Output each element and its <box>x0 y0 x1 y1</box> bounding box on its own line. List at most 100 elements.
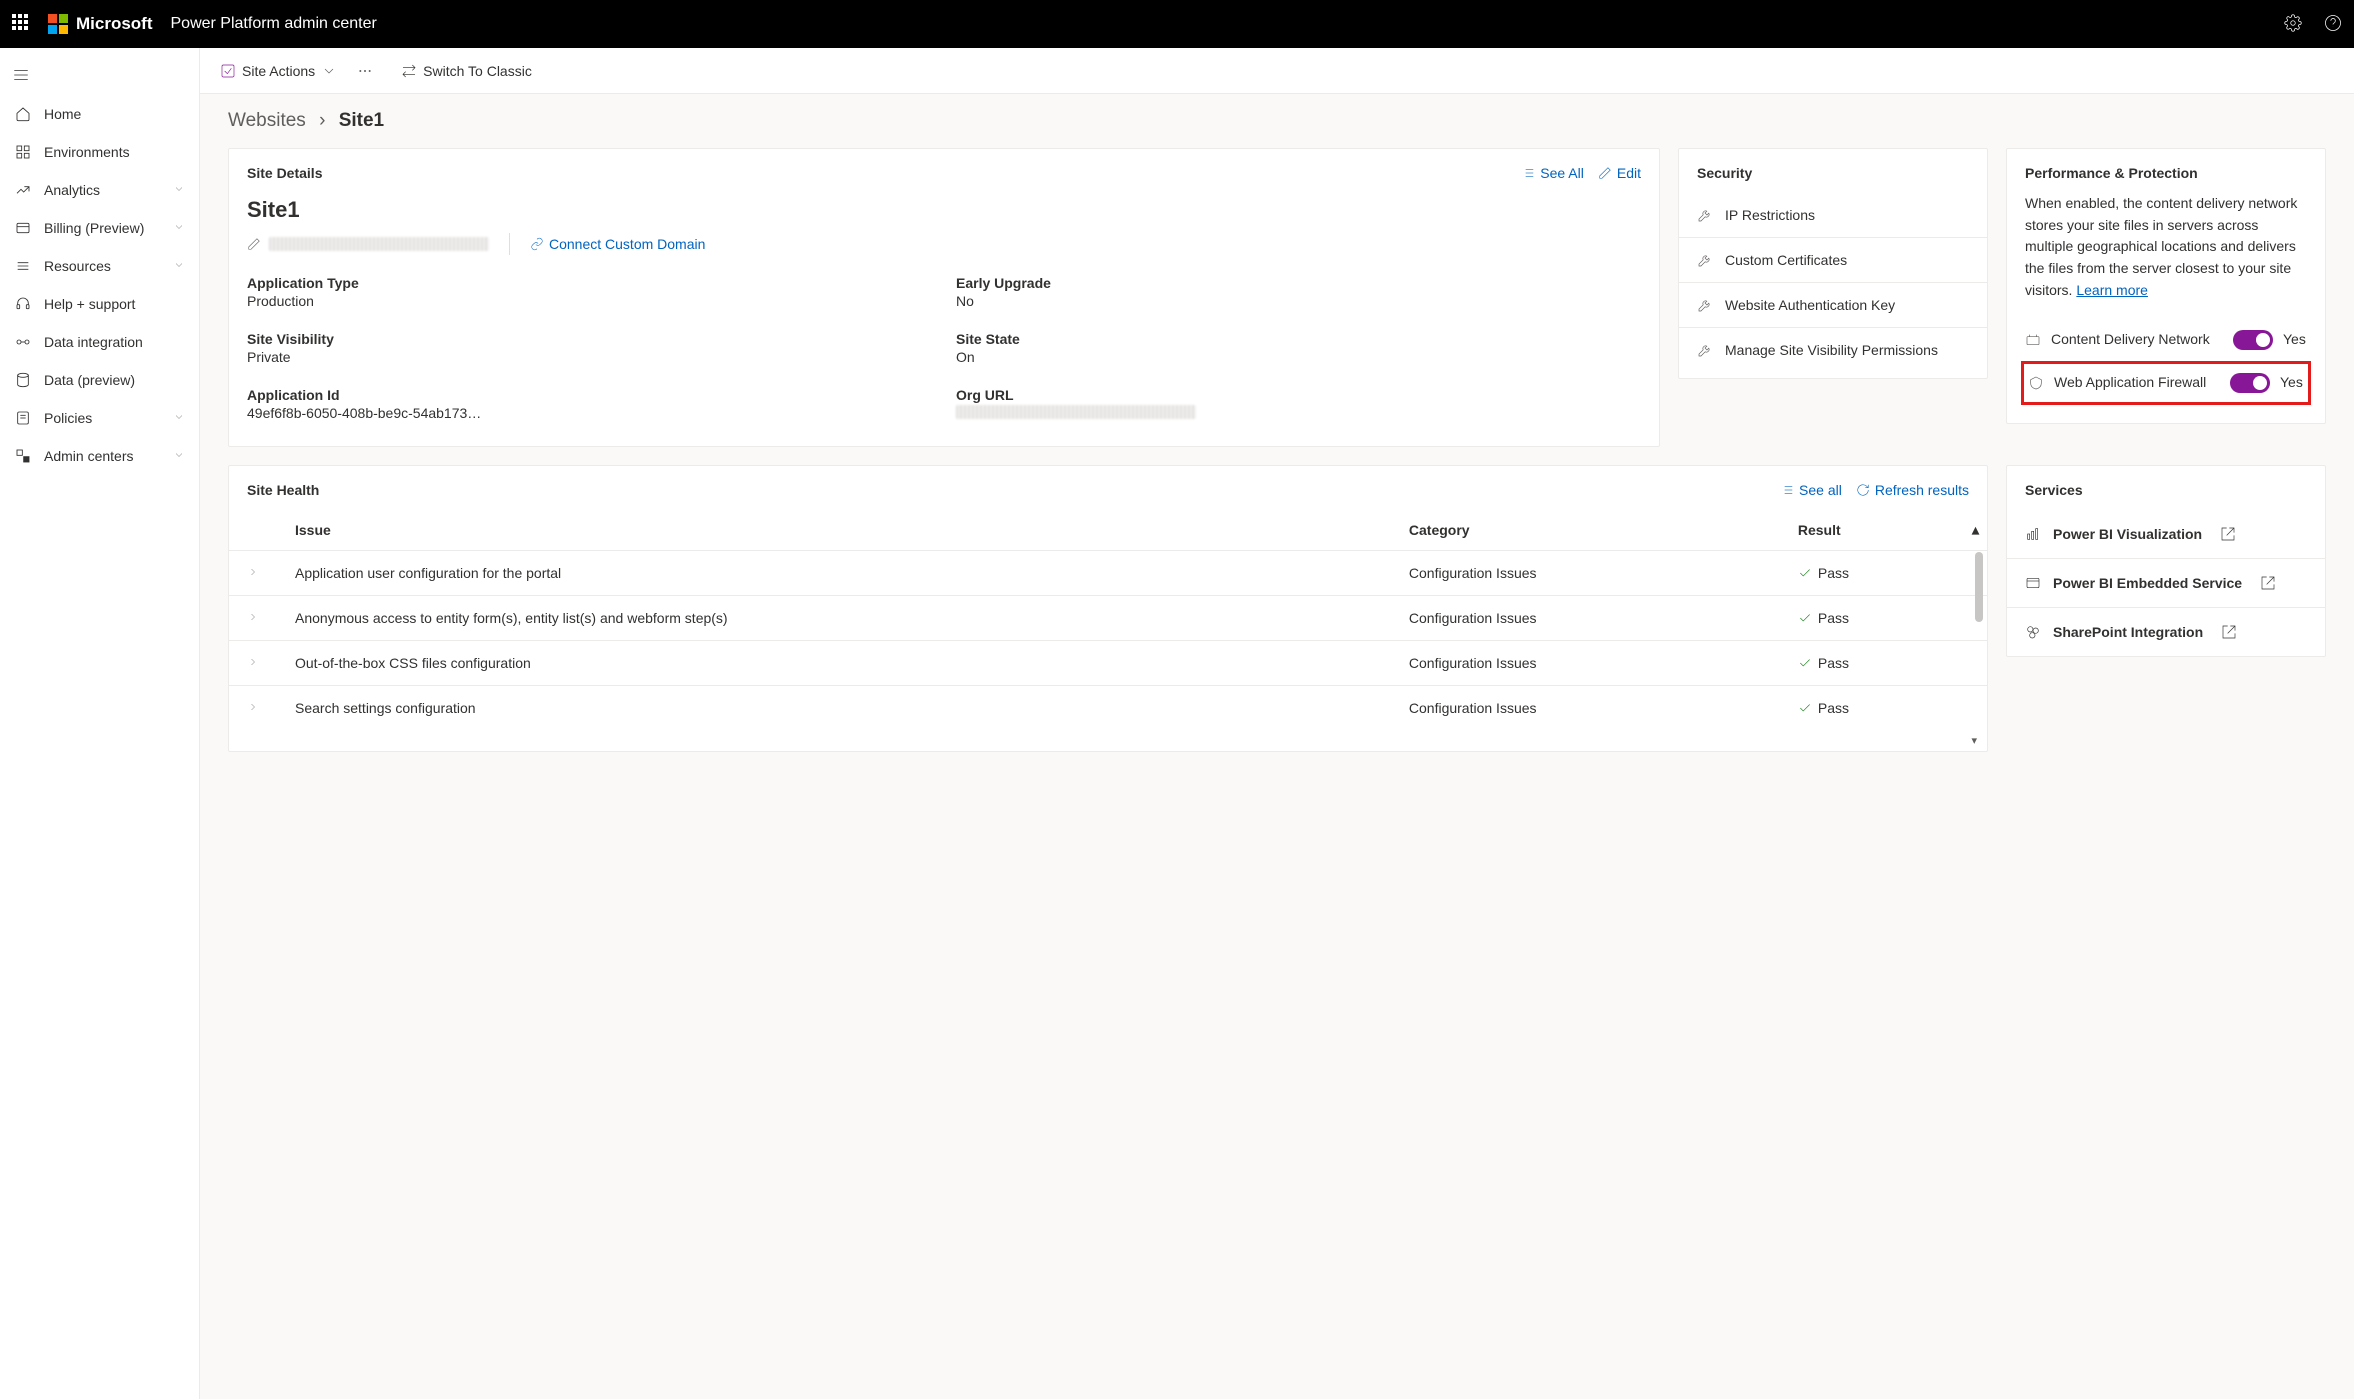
nav-label: Analytics <box>44 182 100 198</box>
nav-analytics[interactable]: Analytics <box>0 171 199 209</box>
headset-icon <box>14 295 32 313</box>
site-health-title: Site Health <box>247 482 319 498</box>
toggle-cdn: Content Delivery Network Yes <box>2025 319 2307 361</box>
separator <box>509 233 510 255</box>
wrench-icon <box>1697 342 1713 358</box>
nav-label: Data integration <box>44 334 143 350</box>
chevron-right-icon[interactable] <box>247 656 259 668</box>
cdn-toggle-state: Yes <box>2283 329 2307 351</box>
check-icon <box>1798 656 1812 670</box>
nav-home[interactable]: Home <box>0 95 199 133</box>
help-icon[interactable] <box>2324 14 2342 35</box>
service-sharepoint-integration[interactable]: SharePoint Integration <box>2007 608 2325 656</box>
breadcrumb-parent[interactable]: Websites <box>228 110 306 131</box>
connect-custom-domain-button[interactable]: Connect Custom Domain <box>530 236 705 252</box>
health-issue: Application user configuration for the p… <box>277 551 1391 596</box>
check-icon <box>1798 566 1812 580</box>
nav-data-preview[interactable]: Data (preview) <box>0 361 199 399</box>
nav-environments[interactable]: Environments <box>0 133 199 171</box>
checkbox-icon <box>220 63 236 79</box>
left-nav: Home Environments Analytics Billing (Pre… <box>0 48 200 1399</box>
nav-data-integration[interactable]: Data integration <box>0 323 199 361</box>
external-link-icon <box>2220 526 2236 542</box>
refresh-results-button[interactable]: Refresh results <box>1856 482 1969 498</box>
health-row: Out-of-the-box CSS files configuration C… <box>229 641 1987 686</box>
app-launcher-icon[interactable] <box>12 14 32 34</box>
health-category: Configuration Issues <box>1391 686 1780 731</box>
col-category[interactable]: Category <box>1391 510 1780 551</box>
health-table: Issue Category Result▴ Application user … <box>229 510 1987 730</box>
nav-label: Environments <box>44 144 130 160</box>
chevron-down-icon <box>173 410 185 426</box>
bar-chart-icon <box>2025 526 2041 542</box>
see-all-button[interactable]: See All <box>1521 165 1584 181</box>
chevron-right-icon[interactable] <box>247 566 259 578</box>
nav-label: Billing (Preview) <box>44 220 144 236</box>
cdn-icon <box>2025 332 2041 348</box>
nav-label: Resources <box>44 258 111 274</box>
breadcrumb: Websites › Site1 <box>200 94 2354 140</box>
settings-icon[interactable] <box>2284 14 2302 35</box>
health-result: Pass <box>1798 700 1969 716</box>
security-auth-key[interactable]: Website Authentication Key <box>1679 283 1987 328</box>
more-actions-button[interactable] <box>357 63 373 79</box>
performance-title: Performance & Protection <box>2025 165 2198 181</box>
nav-label: Home <box>44 106 81 122</box>
col-expander <box>229 510 277 551</box>
switch-to-classic-button[interactable]: Switch To Classic <box>401 63 532 79</box>
service-power-bi-embedded[interactable]: Power BI Embedded Service <box>2007 559 2325 608</box>
col-result[interactable]: Result▴ <box>1780 510 1987 551</box>
sort-up-icon: ▴ <box>1972 522 1979 539</box>
microsoft-logo: Microsoft <box>48 14 153 34</box>
toggle-waf: Web Application Firewall Yes <box>2021 361 2311 405</box>
security-item-label: IP Restrictions <box>1725 207 1815 223</box>
learn-more-link[interactable]: Learn more <box>2076 282 2148 298</box>
pencil-icon[interactable] <box>247 237 261 251</box>
health-row: Application user configuration for the p… <box>229 551 1987 596</box>
scrollbar-thumb[interactable] <box>1975 552 1983 622</box>
nav-collapse-button[interactable] <box>0 58 199 95</box>
nav-admin-centers[interactable]: Admin centers <box>0 437 199 475</box>
chevron-right-icon[interactable] <box>247 611 259 623</box>
col-issue[interactable]: Issue <box>277 510 1391 551</box>
admin-centers-icon <box>14 447 32 465</box>
chevron-right-icon[interactable] <box>247 701 259 713</box>
site-url-redacted <box>269 237 489 251</box>
service-label: Power BI Visualization <box>2053 526 2202 542</box>
nav-help-support[interactable]: Help + support <box>0 285 199 323</box>
switch-label: Switch To Classic <box>423 63 532 79</box>
link-icon <box>530 237 544 251</box>
site-actions-menu[interactable]: Site Actions <box>220 63 337 79</box>
nav-policies[interactable]: Policies <box>0 399 199 437</box>
list-icon <box>1780 483 1794 497</box>
service-power-bi-visualization[interactable]: Power BI Visualization <box>2007 510 2325 559</box>
refresh-label: Refresh results <box>1875 482 1969 498</box>
health-see-all-label: See all <box>1799 482 1842 498</box>
sharepoint-icon <box>2025 624 2041 640</box>
service-label: Power BI Embedded Service <box>2053 575 2242 591</box>
security-custom-certificates[interactable]: Custom Certificates <box>1679 238 1987 283</box>
health-category: Configuration Issues <box>1391 596 1780 641</box>
cdn-toggle[interactable] <box>2233 330 2273 350</box>
nav-billing[interactable]: Billing (Preview) <box>0 209 199 247</box>
scroll-down-indicator[interactable]: ▾ <box>229 730 1987 751</box>
org-url-redacted <box>956 405 1196 419</box>
security-manage-visibility[interactable]: Manage Site Visibility Permissions <box>1679 328 1987 372</box>
field-site-state: Site State On <box>956 331 1641 365</box>
services-card: Services Power BI Visualization Power BI… <box>2006 465 2326 657</box>
health-see-all-button[interactable]: See all <box>1780 482 1842 498</box>
microsoft-logo-text: Microsoft <box>76 14 153 34</box>
field-early-upgrade: Early Upgrade No <box>956 275 1641 309</box>
service-label: SharePoint Integration <box>2053 624 2203 640</box>
security-card: Security IP Restrictions Custom Certific… <box>1678 148 1988 379</box>
health-issue: Out-of-the-box CSS files configuration <box>277 641 1391 686</box>
security-ip-restrictions[interactable]: IP Restrictions <box>1679 193 1987 238</box>
database-icon <box>14 371 32 389</box>
field-org-url: Org URL <box>956 387 1641 422</box>
environments-icon <box>14 143 32 161</box>
security-item-label: Manage Site Visibility Permissions <box>1725 342 1938 358</box>
nav-resources[interactable]: Resources <box>0 247 199 285</box>
edit-button[interactable]: Edit <box>1598 165 1641 181</box>
waf-toggle[interactable] <box>2230 373 2270 393</box>
home-icon <box>14 105 32 123</box>
